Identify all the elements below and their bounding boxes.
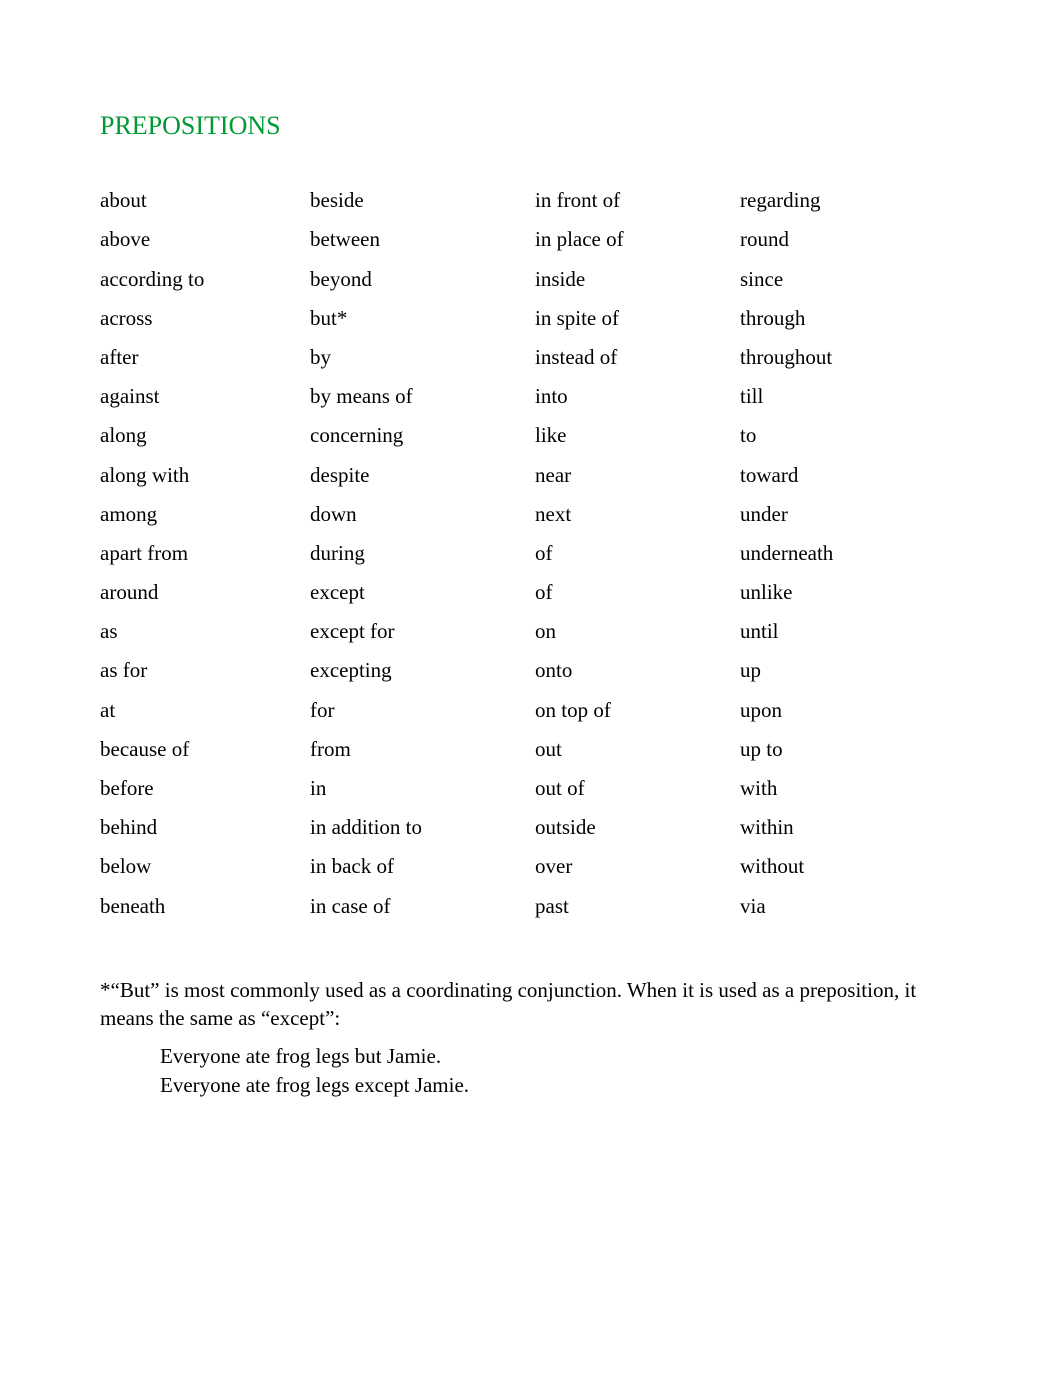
- list-item: in front of: [535, 181, 740, 220]
- list-item: after: [100, 338, 310, 377]
- list-item: via: [740, 887, 940, 926]
- list-item: as: [100, 612, 310, 651]
- list-item: below: [100, 847, 310, 886]
- list-item: beside: [310, 181, 535, 220]
- list-item: beyond: [310, 260, 535, 299]
- list-item: upon: [740, 691, 940, 730]
- list-item: unlike: [740, 573, 940, 612]
- list-item: according to: [100, 260, 310, 299]
- list-item: except: [310, 573, 535, 612]
- list-item: till: [740, 377, 940, 416]
- list-item: up: [740, 651, 940, 690]
- column-2: beside between beyond but* by by means o…: [310, 181, 535, 926]
- list-item: over: [535, 847, 740, 886]
- column-4: regarding round since through throughout…: [740, 181, 940, 926]
- example-text: Jamie.: [410, 1073, 469, 1097]
- list-item: excepting: [310, 651, 535, 690]
- list-item: between: [310, 220, 535, 259]
- list-item: during: [310, 534, 535, 573]
- list-item: to: [740, 416, 940, 455]
- list-item: as for: [100, 651, 310, 690]
- footnote-text: except: [270, 1006, 325, 1030]
- list-item: in place of: [535, 220, 740, 259]
- list-item: underneath: [740, 534, 940, 573]
- list-item: among: [100, 495, 310, 534]
- list-item: above: [100, 220, 310, 259]
- list-item: next: [535, 495, 740, 534]
- page-title: PREPOSITIONS: [100, 110, 962, 141]
- column-1: about above according to across after ag…: [100, 181, 310, 926]
- list-item: across: [100, 299, 310, 338]
- list-item: past: [535, 887, 740, 926]
- list-item: around: [100, 573, 310, 612]
- list-item: of: [535, 573, 740, 612]
- footnote-text: *“But” is most commonly used as a coordi…: [100, 978, 916, 1002]
- list-item: outside: [535, 808, 740, 847]
- footnote-text: means the same as “: [100, 1006, 270, 1030]
- footnote-text: ”:: [325, 1006, 340, 1030]
- list-item: at: [100, 691, 310, 730]
- list-item: of: [535, 534, 740, 573]
- footnote: *“But” is most commonly used as a coordi…: [100, 976, 962, 1033]
- column-3: in front of in place of inside in spite …: [535, 181, 740, 926]
- list-item: except for: [310, 612, 535, 651]
- list-item: instead of: [535, 338, 740, 377]
- list-item: near: [535, 456, 740, 495]
- list-item: by: [310, 338, 535, 377]
- list-item: along: [100, 416, 310, 455]
- example-text: except: [355, 1073, 410, 1097]
- list-item: up to: [740, 730, 940, 769]
- list-item: under: [740, 495, 940, 534]
- list-item: throughout: [740, 338, 940, 377]
- list-item: on: [535, 612, 740, 651]
- list-item: beneath: [100, 887, 310, 926]
- example-text: Jamie.: [382, 1044, 441, 1068]
- example-text: Everyone ate frog legs: [160, 1073, 355, 1097]
- list-item: about: [100, 181, 310, 220]
- list-item: regarding: [740, 181, 940, 220]
- list-item: through: [740, 299, 940, 338]
- list-item: with: [740, 769, 940, 808]
- list-item: in back of: [310, 847, 535, 886]
- list-item: into: [535, 377, 740, 416]
- list-item: out: [535, 730, 740, 769]
- list-item: concerning: [310, 416, 535, 455]
- list-item: in: [310, 769, 535, 808]
- list-item: without: [740, 847, 940, 886]
- list-item: from: [310, 730, 535, 769]
- example-block: Everyone ate frog legs but Jamie. Everyo…: [160, 1042, 962, 1099]
- example-sentence: Everyone ate frog legs except Jamie.: [160, 1071, 962, 1099]
- prepositions-columns: about above according to across after ag…: [100, 181, 962, 926]
- list-item: by means of: [310, 377, 535, 416]
- list-item: inside: [535, 260, 740, 299]
- example-text: but: [355, 1044, 382, 1068]
- list-item: toward: [740, 456, 940, 495]
- list-item: along with: [100, 456, 310, 495]
- list-item: despite: [310, 456, 535, 495]
- list-item: onto: [535, 651, 740, 690]
- list-item: but*: [310, 299, 535, 338]
- list-item: out of: [535, 769, 740, 808]
- list-item: until: [740, 612, 940, 651]
- list-item: round: [740, 220, 940, 259]
- list-item: in addition to: [310, 808, 535, 847]
- list-item: in spite of: [535, 299, 740, 338]
- list-item: before: [100, 769, 310, 808]
- list-item: apart from: [100, 534, 310, 573]
- list-item: within: [740, 808, 940, 847]
- list-item: because of: [100, 730, 310, 769]
- example-sentence: Everyone ate frog legs but Jamie.: [160, 1042, 962, 1070]
- list-item: down: [310, 495, 535, 534]
- document-page: PREPOSITIONS about above according to ac…: [0, 0, 1062, 1377]
- example-text: Everyone ate frog legs: [160, 1044, 355, 1068]
- list-item: on top of: [535, 691, 740, 730]
- list-item: since: [740, 260, 940, 299]
- list-item: behind: [100, 808, 310, 847]
- list-item: against: [100, 377, 310, 416]
- list-item: in case of: [310, 887, 535, 926]
- list-item: like: [535, 416, 740, 455]
- list-item: for: [310, 691, 535, 730]
